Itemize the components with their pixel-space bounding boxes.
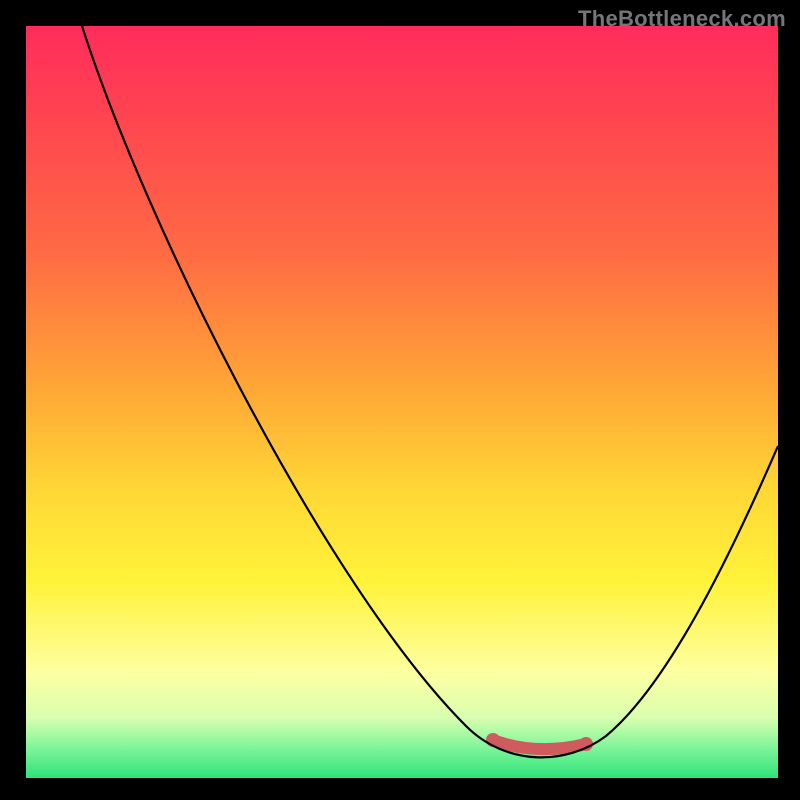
highlight-segment — [493, 740, 586, 749]
bottleneck-curve — [82, 26, 778, 757]
curve-svg — [26, 26, 778, 778]
plot-area — [26, 26, 778, 778]
chart-root: TheBottleneck.com — [0, 0, 800, 800]
